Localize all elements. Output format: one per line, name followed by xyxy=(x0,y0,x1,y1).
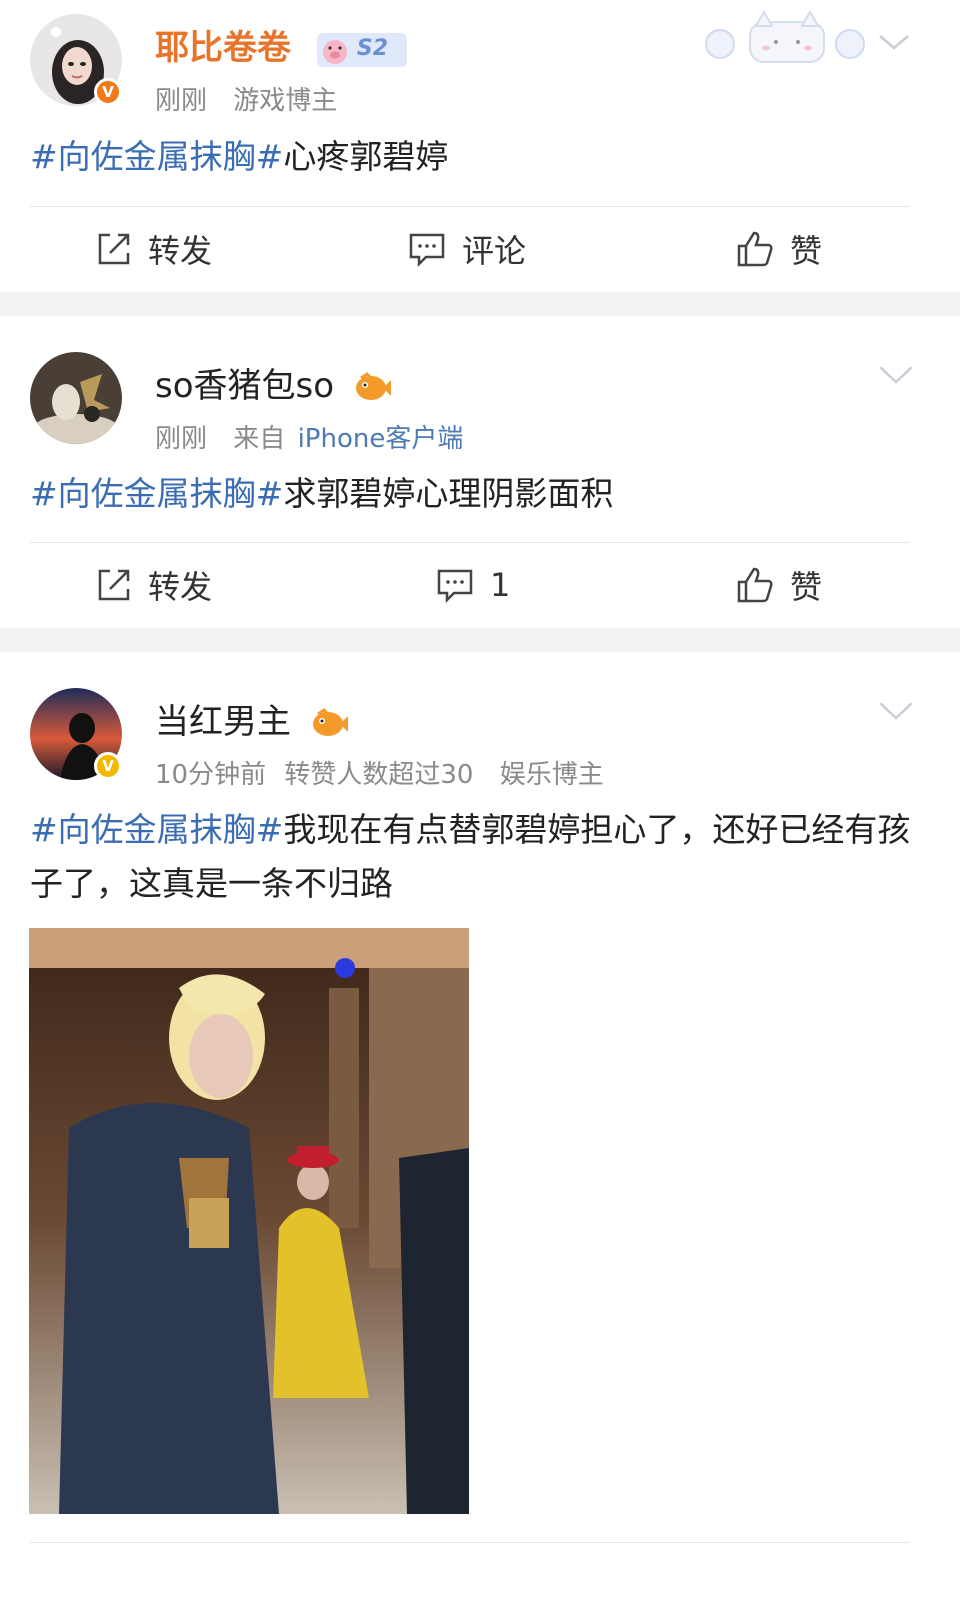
post-source-link[interactable]: iPhone客户端 xyxy=(298,424,464,454)
post-meta: 刚刚 来自 iPhone客户端 xyxy=(155,418,481,455)
chevron-down-icon[interactable] xyxy=(878,700,914,722)
post-time: 刚刚 xyxy=(155,424,208,454)
chevron-down-icon[interactable] xyxy=(878,364,914,386)
post-meta: 10分钟前 转赞人数超过30 娱乐博主 xyxy=(155,754,622,791)
post-text: #向佐金属抹胸#求郭碧婷心理阴影面积 xyxy=(30,467,920,521)
repost-label: 转发 xyxy=(148,568,213,606)
post-text: #向佐金属抹胸#心疼郭碧婷 xyxy=(30,130,920,184)
comment-button[interactable]: 1 xyxy=(436,543,510,627)
comment-icon xyxy=(409,233,445,267)
action-bar: 转发 评论 赞 xyxy=(0,207,960,291)
verified-icon: V xyxy=(94,752,122,780)
action-bar: 转发 1 赞 xyxy=(0,543,960,627)
post-body: 求郭碧婷心理阴影面积 xyxy=(283,474,614,513)
member-badge-text: S2 xyxy=(356,35,388,61)
post-meta: 刚刚 游戏博主 xyxy=(155,80,355,117)
post-body: 心疼郭碧婷 xyxy=(283,137,449,176)
member-badge: S2 xyxy=(316,32,407,67)
hashtag-link[interactable]: #向佐金属抹胸# xyxy=(30,137,283,176)
repost-icon xyxy=(98,233,130,265)
repost-label: 转发 xyxy=(148,232,213,270)
weibo-post-3: V 当红男主 10分钟前 转赞人数超过30 娱乐博主 #向佐金属抹胸#我现在有点… xyxy=(0,652,960,1604)
repost-button[interactable]: 转发 xyxy=(96,543,212,627)
author-tag: 游戏博主 xyxy=(233,86,338,116)
divider xyxy=(30,1542,910,1543)
hashtag-link[interactable]: #向佐金属抹胸# xyxy=(30,810,283,849)
decorative-cat-cloud-icon xyxy=(705,9,909,63)
repost-icon xyxy=(98,569,130,601)
author-name[interactable]: 耶比卷卷 S2 xyxy=(155,20,407,69)
post-time: 10分钟前 xyxy=(155,760,267,790)
author-name-text: so香猪包so xyxy=(155,366,335,406)
avatar-photo xyxy=(30,352,122,444)
post-stat: 转赞人数超过30 xyxy=(284,760,474,790)
comment-button[interactable]: 评论 xyxy=(408,207,526,291)
author-name[interactable]: so香猪包so xyxy=(155,358,391,407)
like-icon xyxy=(737,231,773,267)
pig-sticker-icon xyxy=(322,39,347,64)
verified-icon: V xyxy=(94,78,122,106)
author-name-text: 当红男主 xyxy=(155,702,291,742)
author-name[interactable]: 当红男主 xyxy=(155,694,348,743)
comment-label: 评论 xyxy=(462,232,527,270)
like-label: 赞 xyxy=(790,568,823,606)
post-image[interactable] xyxy=(29,928,469,1514)
post-time: 刚刚 xyxy=(155,86,208,116)
like-button[interactable]: 赞 xyxy=(736,207,822,291)
weibo-post-1: V 耶比卷卷 S2 刚刚 游戏博主 #向佐金属抹胸#心疼郭碧婷 转发 评论 赞 xyxy=(0,0,960,292)
author-tag: 娱乐博主 xyxy=(499,760,604,790)
weibo-post-2: so香猪包so 刚刚 来自 iPhone客户端 #向佐金属抹胸#求郭碧婷心理阴影… xyxy=(0,316,960,628)
comment-count: 1 xyxy=(490,566,511,604)
fish-emoji-icon xyxy=(355,371,391,400)
fish-emoji-icon xyxy=(312,707,348,736)
post-text: #向佐金属抹胸#我现在有点替郭碧婷担心了，还好已经有孩子了，这真是一条不归路 xyxy=(30,803,920,911)
source-prefix: 来自 xyxy=(233,424,286,454)
author-name-text: 耶比卷卷 xyxy=(155,28,291,68)
avatar[interactable] xyxy=(30,352,122,444)
like-icon xyxy=(737,567,773,603)
like-label: 赞 xyxy=(790,232,823,270)
repost-button[interactable]: 转发 xyxy=(96,207,212,291)
comment-icon xyxy=(437,569,473,603)
hashtag-link[interactable]: #向佐金属抹胸# xyxy=(30,474,283,513)
like-button[interactable]: 赞 xyxy=(736,543,822,627)
